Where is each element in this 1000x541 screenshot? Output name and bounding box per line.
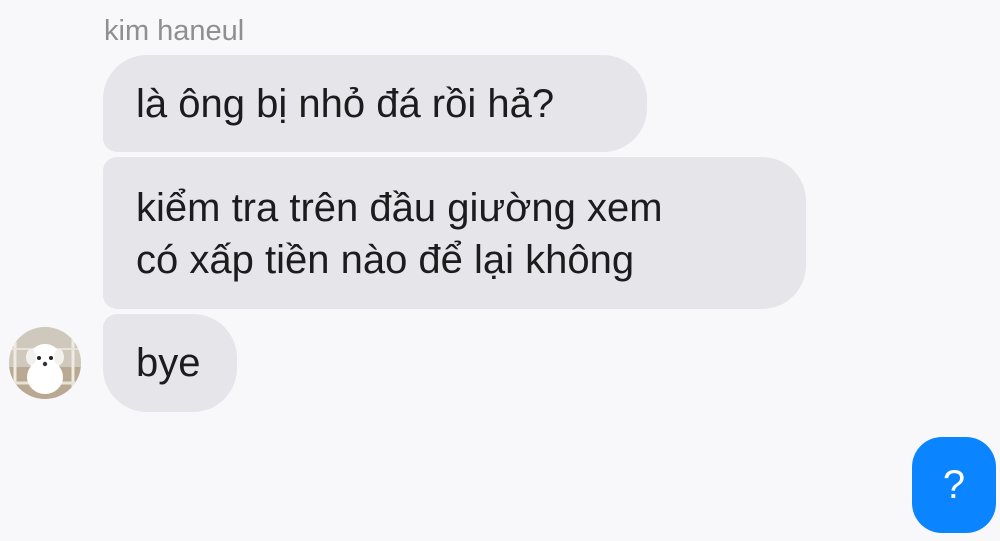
avatar[interactable] <box>9 327 81 399</box>
message-bubble[interactable]: là ông bị nhỏ đá rồi hả? <box>103 55 647 152</box>
message-bubble[interactable]: kiểm tra trên đầu giường xem có xấp tiền… <box>103 157 806 309</box>
question-icon: ? <box>942 463 966 507</box>
sender-name: kim haneul <box>104 15 245 47</box>
message-text: kiểm tra trên đầu giường xem có xấp tiền… <box>136 182 663 286</box>
dog-avatar-icon <box>9 327 81 399</box>
message-line: có xấp tiền nào để lại không <box>136 238 635 282</box>
message-bubble[interactable]: bye <box>103 314 237 412</box>
message-text: là ông bị nhỏ đá rồi hả? <box>136 81 555 126</box>
message-text: bye <box>136 341 201 385</box>
help-button[interactable]: ? <box>912 437 996 533</box>
message-line: kiểm tra trên đầu giường xem <box>136 186 663 230</box>
